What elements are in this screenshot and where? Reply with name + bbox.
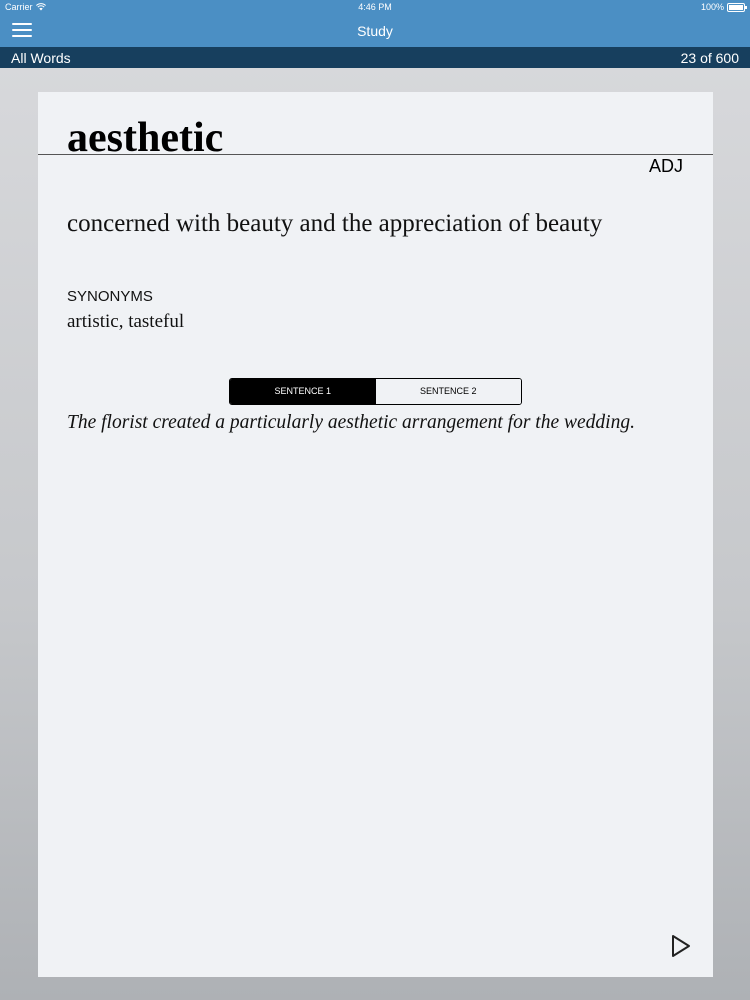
sub-header: All Words 23 of 600	[0, 47, 750, 68]
play-icon	[672, 935, 690, 957]
synonyms-heading: SYNONYMS	[67, 288, 153, 305]
nav-title: Study	[357, 23, 393, 39]
sentence-1-tab[interactable]: SENTENCE 1	[230, 379, 376, 404]
battery-group: 100%	[700, 2, 747, 12]
title-divider	[38, 154, 713, 155]
status-bar: Carrier 4:46 PM 100%	[0, 0, 750, 14]
progress-counter: 23 of 600	[680, 50, 739, 66]
sentence-segmented-control: SENTENCE 1 SENTENCE 2	[229, 378, 522, 405]
sentence-2-tab[interactable]: SENTENCE 2	[375, 379, 521, 404]
word-list-name: All Words	[11, 50, 71, 66]
part-of-speech: ADJ	[648, 156, 683, 176]
status-time: 4:46 PM	[358, 2, 392, 12]
battery-percent: 100%	[700, 2, 724, 12]
definition-text: concerned with beauty and the appreciati…	[67, 210, 603, 237]
play-button[interactable]	[669, 933, 693, 959]
synonyms-list: artistic, tasteful	[67, 311, 185, 332]
battery-icon	[727, 2, 747, 12]
flashcard: aesthetic ADJ concerned with beauty and …	[38, 92, 713, 977]
nav-bar: Study	[0, 14, 750, 47]
example-sentence: The florist created a particularly aesth…	[67, 412, 635, 433]
